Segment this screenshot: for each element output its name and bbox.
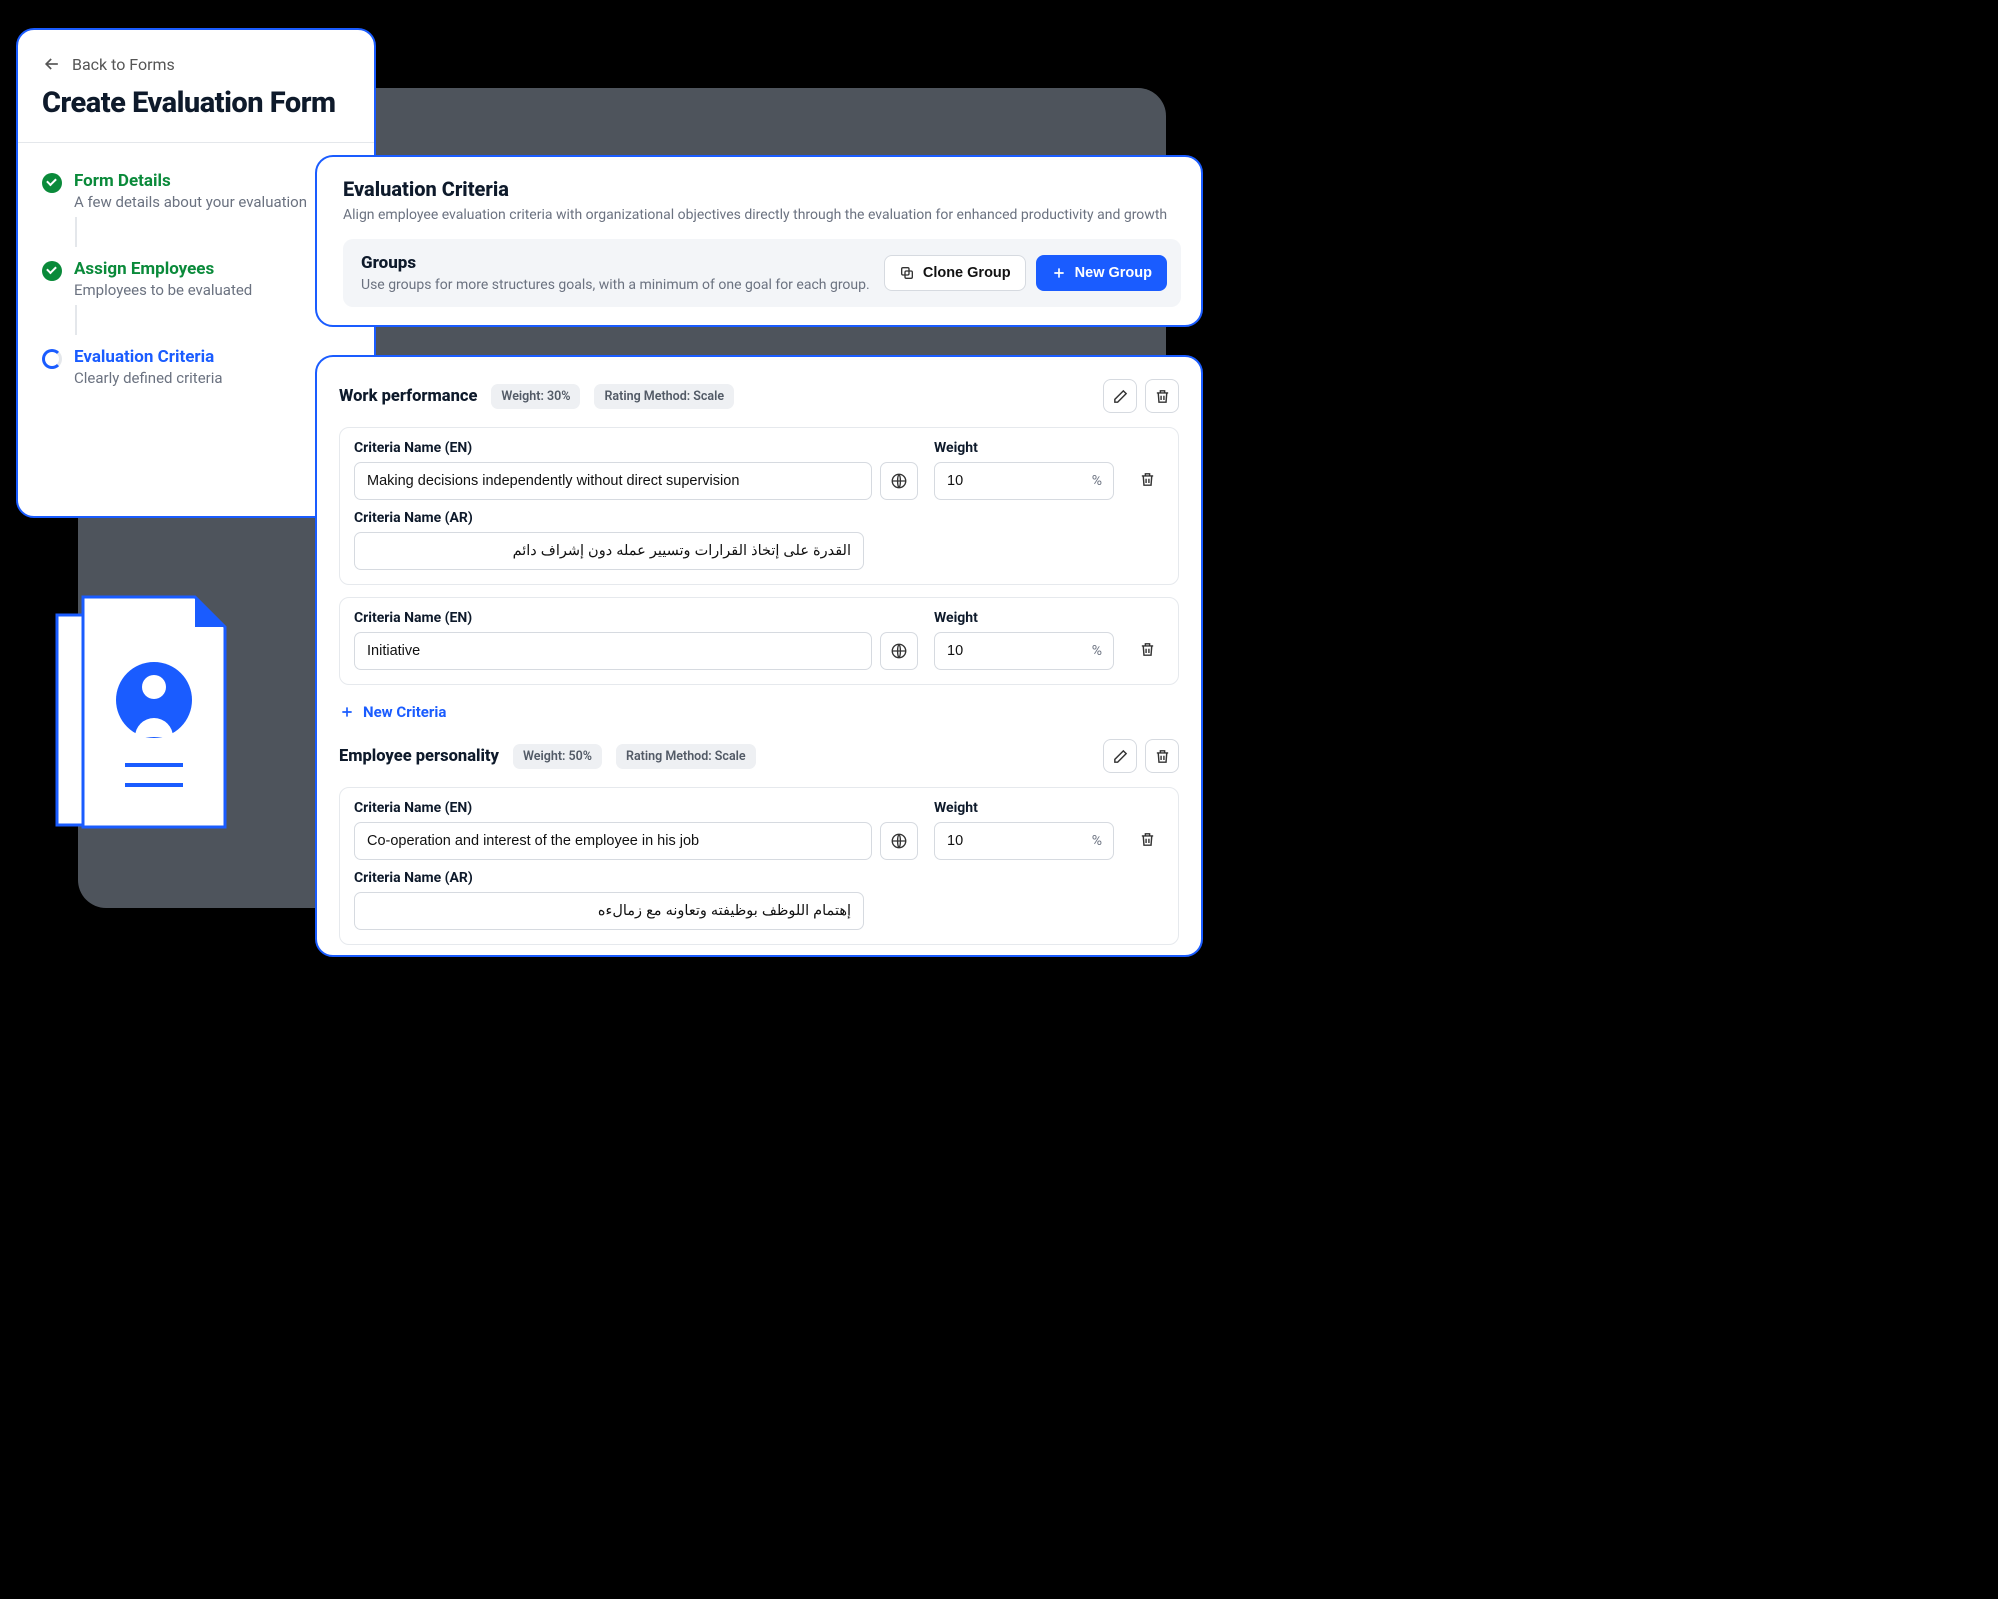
weight-pill: Weight: 30% — [491, 384, 580, 409]
trash-icon — [1139, 471, 1156, 488]
step-title: Form Details — [74, 171, 307, 191]
criteria-item: Criteria Name (EN) Weight % — [339, 427, 1179, 585]
copy-icon — [899, 265, 915, 281]
field-label: Weight — [934, 440, 1114, 456]
language-toggle-button[interactable] — [880, 462, 918, 500]
step-connector — [75, 305, 77, 335]
trash-icon — [1139, 641, 1156, 658]
delete-criteria-button[interactable] — [1130, 462, 1164, 496]
delete-criteria-button[interactable] — [1130, 632, 1164, 666]
delete-group-button[interactable] — [1145, 379, 1179, 413]
weight-input[interactable] — [934, 632, 1114, 670]
step-subtitle: Employees to be evaluated — [74, 281, 252, 299]
field-label: Criteria Name (EN) — [354, 610, 918, 626]
document-illustration — [55, 595, 230, 845]
rating-method-pill: Rating Method: Scale — [616, 744, 756, 769]
field-label: Criteria Name (AR) — [354, 510, 1164, 526]
pencil-icon — [1112, 388, 1129, 405]
criteria-name-en-input[interactable] — [354, 632, 872, 670]
delete-criteria-button[interactable] — [1130, 822, 1164, 856]
rating-method-pill: Rating Method: Scale — [594, 384, 734, 409]
group-header: Employee personality Weight: 50% Rating … — [339, 739, 1179, 773]
evaluation-criteria-body-card: Work performance Weight: 30% Rating Meth… — [315, 355, 1203, 957]
weight-input[interactable] — [934, 462, 1114, 500]
field-label: Weight — [934, 610, 1114, 626]
field-label: Criteria Name (AR) — [354, 870, 1164, 886]
criteria-name-ar-input[interactable] — [354, 532, 864, 570]
pencil-icon — [1112, 748, 1129, 765]
step-title: Evaluation Criteria — [74, 347, 223, 367]
language-toggle-button[interactable] — [880, 822, 918, 860]
step-subtitle: Clearly defined criteria — [74, 369, 223, 387]
weight-pill: Weight: 50% — [513, 744, 602, 769]
field-label: Criteria Name (EN) — [354, 800, 918, 816]
criteria-item: Criteria Name (EN) Weight % — [339, 597, 1179, 685]
globe-icon — [890, 642, 908, 660]
page-title: Create Evaluation Form — [42, 86, 364, 120]
divider — [18, 142, 374, 143]
field-label: Criteria Name (EN) — [354, 440, 918, 456]
criteria-item: Criteria Name (EN) Weight % — [339, 787, 1179, 945]
step-subtitle: A few details about your evaluation — [74, 193, 307, 211]
trash-icon — [1154, 388, 1171, 405]
group-title: Employee personality — [339, 747, 499, 766]
criteria-name-en-input[interactable] — [354, 822, 872, 860]
button-label: Clone Group — [923, 265, 1011, 281]
button-label: New Group — [1075, 265, 1152, 281]
back-link[interactable]: Back to Forms — [42, 54, 364, 74]
criteria-name-ar-input[interactable] — [354, 892, 864, 930]
trash-icon — [1139, 831, 1156, 848]
evaluation-criteria-header-card: Evaluation Criteria Align employee evalu… — [315, 155, 1203, 327]
language-toggle-button[interactable] — [880, 632, 918, 670]
step-connector — [75, 217, 77, 247]
section-description: Align employee evaluation criteria with … — [343, 207, 1181, 223]
section-title: Evaluation Criteria — [343, 177, 1181, 201]
globe-icon — [890, 832, 908, 850]
criteria-name-en-input[interactable] — [354, 462, 872, 500]
groups-panel: Groups Use groups for more structures go… — [343, 239, 1181, 307]
weight-input[interactable] — [934, 822, 1114, 860]
field-label: Weight — [934, 800, 1114, 816]
globe-icon — [890, 472, 908, 490]
progress-circle-icon — [42, 349, 62, 369]
edit-group-button[interactable] — [1103, 739, 1137, 773]
group-title: Work performance — [339, 387, 477, 406]
plus-icon — [339, 704, 355, 720]
check-circle-icon — [42, 261, 62, 281]
back-label: Back to Forms — [72, 55, 175, 74]
group-header: Work performance Weight: 30% Rating Meth… — [339, 379, 1179, 413]
button-label: New Criteria — [363, 703, 446, 721]
edit-group-button[interactable] — [1103, 379, 1137, 413]
trash-icon — [1154, 748, 1171, 765]
groups-title: Groups — [361, 253, 870, 273]
new-group-button[interactable]: New Group — [1036, 255, 1167, 291]
plus-icon — [1051, 265, 1067, 281]
groups-description: Use groups for more structures goals, wi… — [361, 277, 870, 293]
delete-group-button[interactable] — [1145, 739, 1179, 773]
step-title: Assign Employees — [74, 259, 252, 279]
check-circle-icon — [42, 173, 62, 193]
arrow-left-icon — [42, 54, 62, 74]
clone-group-button[interactable]: Clone Group — [884, 255, 1026, 291]
new-criteria-button[interactable]: New Criteria — [339, 703, 446, 721]
